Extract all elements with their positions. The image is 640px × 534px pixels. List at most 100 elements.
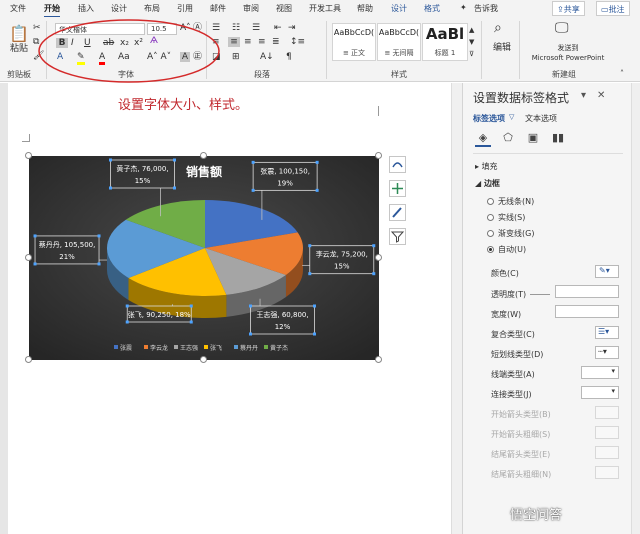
label-handle[interactable] xyxy=(189,320,193,324)
radio-automatic[interactable]: 自动(U) xyxy=(487,244,526,255)
align-center-icon[interactable]: ≡ xyxy=(228,37,240,47)
join-type-select[interactable]: ▾ xyxy=(581,386,619,399)
send-to-powerpoint-icon[interactable]: 🖵 xyxy=(555,21,569,35)
layout-options-button[interactable] xyxy=(389,156,406,173)
style-heading-1[interactable]: AaBl 标题 1 xyxy=(422,23,468,61)
compound-type-select[interactable]: ☰▾ xyxy=(595,326,619,339)
increase-indent-icon[interactable]: ⇥ xyxy=(288,23,296,33)
justify-icon[interactable]: ≡ xyxy=(258,37,266,47)
resize-handle[interactable] xyxy=(375,152,382,159)
pane-options-icon[interactable]: ▾ xyxy=(581,90,586,101)
label-handle[interactable] xyxy=(315,160,319,164)
label-options-icon[interactable]: ▮▮ xyxy=(550,131,566,147)
size-properties-icon[interactable]: ▣ xyxy=(525,131,541,147)
tab-format[interactable]: 格式 xyxy=(424,3,440,14)
chart-styles-button[interactable] xyxy=(389,204,406,221)
legend-item[interactable]: 蔡丹丹 xyxy=(240,344,258,352)
tab-home[interactable]: 开始 xyxy=(44,3,60,18)
label-handle[interactable] xyxy=(248,332,252,336)
distributed-icon[interactable]: ≣ xyxy=(272,37,280,47)
label-handle[interactable] xyxy=(172,158,176,162)
style-no-spacing[interactable]: AaBbCcD( ≡ 无间隔 xyxy=(377,23,421,61)
paste-icon[interactable]: 📋 xyxy=(9,25,29,43)
share-button[interactable]: ⇪共享 xyxy=(552,1,585,16)
chart-filters-button[interactable] xyxy=(389,228,406,245)
tab-file[interactable]: 文件 xyxy=(10,3,26,14)
style-normal[interactable]: AaBbCcD( ≡ 正文 xyxy=(332,23,376,61)
label-handle[interactable] xyxy=(97,234,101,238)
resize-handle[interactable] xyxy=(25,356,32,363)
search-icon[interactable]: ⌕ xyxy=(494,21,502,35)
tab-mailings[interactable]: 邮件 xyxy=(210,3,226,14)
label-handle[interactable] xyxy=(248,304,252,308)
transparency-input[interactable] xyxy=(555,285,619,298)
border-section[interactable]: ◢ 边框 xyxy=(475,178,500,189)
comments-button[interactable]: ▭批注 xyxy=(596,1,630,16)
pie-chart[interactable]: 销售额 张震, 100,150, 19% 李云龙, 75,200, 15% 王志强, 6… xyxy=(29,156,379,360)
label-handle[interactable] xyxy=(251,160,255,164)
styles-scroll-up-icon[interactable]: ▲ xyxy=(469,25,474,35)
label-handle[interactable] xyxy=(308,244,312,248)
tab-review[interactable]: 审阅 xyxy=(243,3,259,14)
label-handle[interactable] xyxy=(308,272,312,276)
send-to-ppt-line2[interactable]: Microsoft PowerPoint xyxy=(524,53,612,63)
instruction-text[interactable]: 设置字体大小、样式。 xyxy=(118,94,248,113)
radio-gradient-line[interactable]: 渐变线(G) xyxy=(487,228,534,239)
tab-label-options[interactable]: 标签选项 xyxy=(473,113,505,124)
fill-section[interactable]: ▸ 填充 xyxy=(475,161,498,172)
tab-references[interactable]: 引用 xyxy=(177,3,193,14)
legend-item[interactable]: 王志强 xyxy=(180,344,198,352)
show-marks-icon[interactable]: ¶ xyxy=(286,52,292,62)
label-handle[interactable] xyxy=(312,304,316,308)
tab-design[interactable]: 设计 xyxy=(111,3,127,14)
dropdown-icon[interactable]: ▽ xyxy=(509,113,514,121)
label-handle[interactable] xyxy=(108,158,112,162)
tab-layout[interactable]: 布局 xyxy=(144,3,160,14)
radio-no-line[interactable]: 无线条(N) xyxy=(487,196,534,207)
label-handle[interactable] xyxy=(125,304,129,308)
tab-developer[interactable]: 开发工具 xyxy=(309,3,341,14)
resize-handle[interactable] xyxy=(200,356,207,363)
label-handle[interactable] xyxy=(189,304,193,308)
align-right-icon[interactable]: ≡ xyxy=(244,37,252,47)
label-handle[interactable] xyxy=(33,234,37,238)
pane-scrollbar[interactable] xyxy=(631,83,640,534)
legend-item[interactable]: 张飞 xyxy=(210,344,222,352)
legend-item[interactable]: 黄子杰 xyxy=(270,344,288,352)
tab-help[interactable]: 帮助 xyxy=(357,3,373,14)
label-handle[interactable] xyxy=(97,262,101,266)
color-picker[interactable]: ✎▾ xyxy=(595,265,619,278)
legend-item[interactable]: 张震 xyxy=(120,344,132,352)
effects-icon[interactable]: ⬠ xyxy=(500,131,516,147)
tell-me-search[interactable]: 告诉我 xyxy=(474,3,498,14)
width-input[interactable] xyxy=(555,305,619,318)
resize-handle[interactable] xyxy=(375,356,382,363)
label-handle[interactable] xyxy=(372,272,376,276)
tab-insert[interactable]: 插入 xyxy=(78,3,94,14)
legend-item[interactable]: 李云龙 xyxy=(150,344,168,352)
label-handle[interactable] xyxy=(125,320,129,324)
tab-chart-design[interactable]: 设计 xyxy=(391,3,407,14)
close-icon[interactable]: ✕ xyxy=(597,90,605,101)
decrease-indent-icon[interactable]: ⇤ xyxy=(274,23,282,33)
styles-more-icon[interactable]: ⊽ xyxy=(469,49,474,59)
resize-handle[interactable] xyxy=(375,254,382,261)
label-handle[interactable] xyxy=(108,186,112,190)
transparency-slider[interactable] xyxy=(530,294,550,295)
label-handle[interactable] xyxy=(172,186,176,190)
dash-type-select[interactable]: ┄▾ xyxy=(595,346,619,359)
paste-button[interactable]: 粘贴 xyxy=(8,44,30,54)
tab-text-options[interactable]: 文本选项 xyxy=(525,113,557,124)
label-handle[interactable] xyxy=(251,188,255,192)
label-handle[interactable] xyxy=(33,262,37,266)
resize-handle[interactable] xyxy=(200,152,207,159)
radio-solid-line[interactable]: 实线(S) xyxy=(487,212,525,223)
multilevel-list-icon[interactable]: ☰ xyxy=(252,23,260,33)
label-handle[interactable] xyxy=(315,188,319,192)
tab-view[interactable]: 视图 xyxy=(276,3,292,14)
styles-scroll-down-icon[interactable]: ▼ xyxy=(469,37,474,47)
numbering-icon[interactable]: ☷ xyxy=(232,23,240,33)
chart-elements-button[interactable] xyxy=(389,180,406,197)
document-scrollbar[interactable] xyxy=(451,83,462,534)
borders-icon[interactable]: ⊞ xyxy=(232,52,240,62)
